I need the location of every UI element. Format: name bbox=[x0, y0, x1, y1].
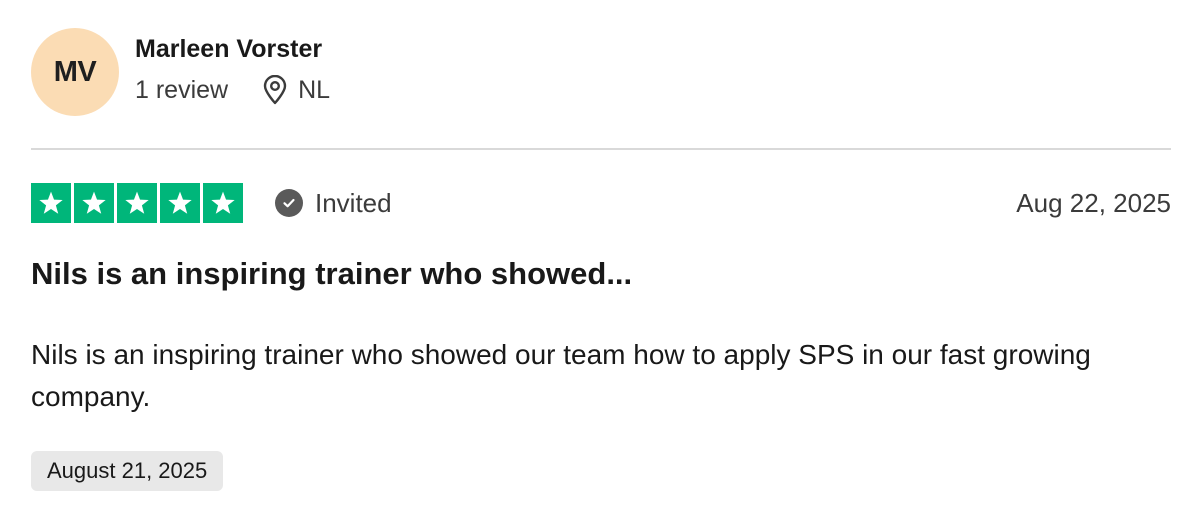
rating-row: Invited Aug 22, 2025 bbox=[31, 183, 1171, 223]
star-icon bbox=[74, 183, 114, 223]
star-rating bbox=[31, 183, 243, 223]
star-icon bbox=[31, 183, 71, 223]
star-icon bbox=[203, 183, 243, 223]
location-pin-icon bbox=[262, 74, 288, 105]
star-icon bbox=[160, 183, 200, 223]
reviewer-meta: 1 review NL bbox=[135, 74, 331, 105]
review-count: 1 review bbox=[135, 76, 229, 104]
reviewer-location: NL bbox=[298, 76, 331, 104]
avatar[interactable]: MV bbox=[31, 28, 119, 116]
review-title[interactable]: Nils is an inspiring trainer who showed.… bbox=[31, 256, 632, 292]
divider bbox=[31, 148, 1171, 150]
star-icon bbox=[117, 183, 157, 223]
reviewer-header: MV Marleen Vorster 1 review NL bbox=[31, 28, 330, 116]
experience-date-badge: August 21, 2025 bbox=[31, 451, 224, 491]
reviewer-name[interactable]: Marleen Vorster bbox=[135, 33, 330, 65]
invited-badge[interactable]: Invited bbox=[275, 188, 392, 219]
reviewer-info: Marleen Vorster 1 review NL bbox=[135, 35, 331, 105]
review-date: Aug 22, 2025 bbox=[1016, 187, 1171, 218]
review-card: MV Marleen Vorster 1 review NL Invited A… bbox=[0, 0, 1200, 513]
check-circle-icon bbox=[275, 189, 303, 217]
invited-label: Invited bbox=[315, 187, 392, 218]
review-body: Nils is an inspiring trainer who showed … bbox=[31, 339, 1091, 412]
